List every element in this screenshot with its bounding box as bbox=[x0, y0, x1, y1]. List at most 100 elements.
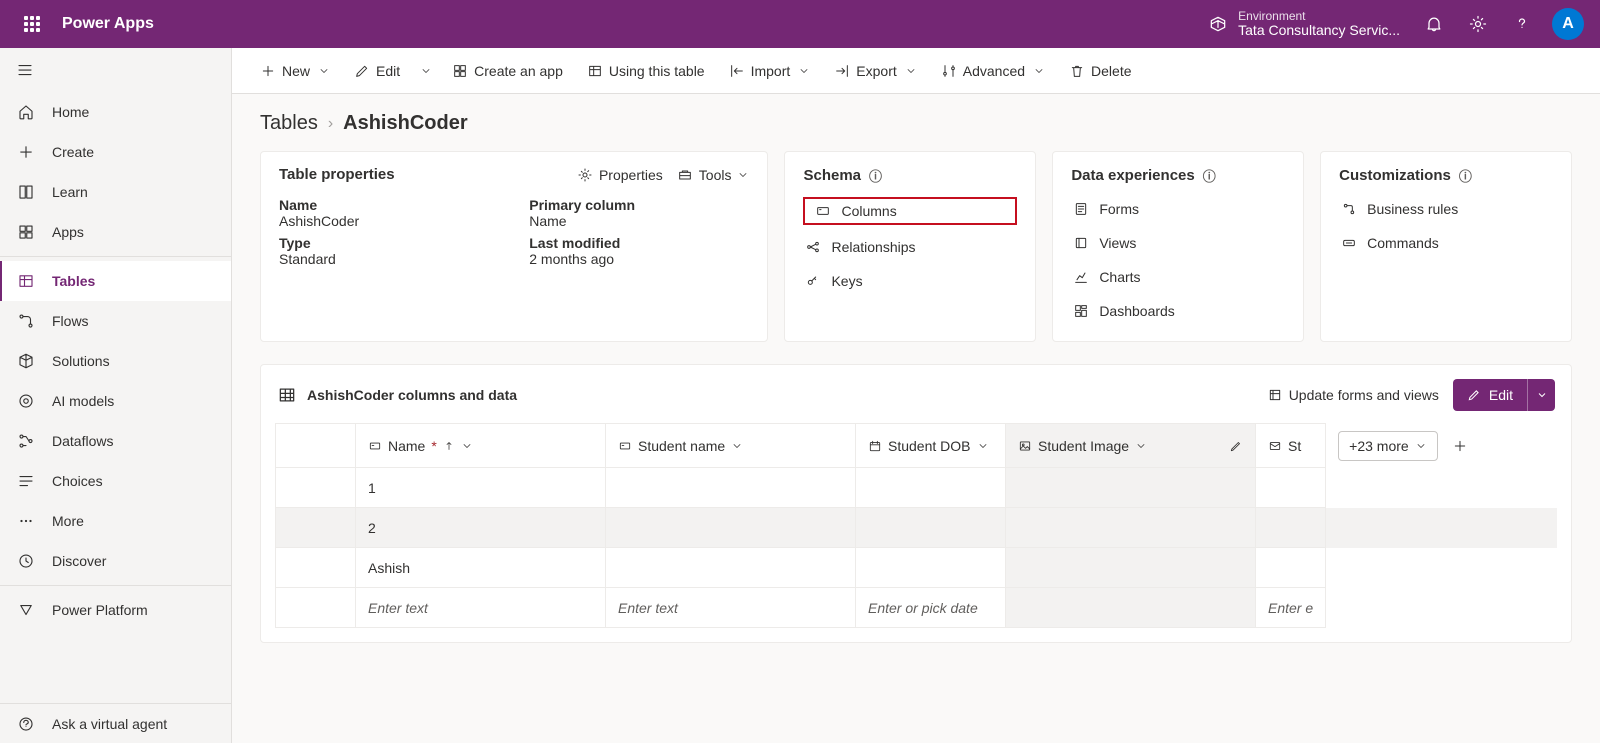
column-header-student-name[interactable]: Student name bbox=[606, 424, 856, 468]
pencil-icon bbox=[1467, 388, 1481, 402]
data-grid-section: AshishCoder columns and data Update form… bbox=[260, 364, 1572, 643]
table-row[interactable]: Ashish bbox=[276, 548, 1557, 588]
info-icon[interactable]: ⓘ bbox=[1459, 166, 1472, 185]
nav-solutions[interactable]: Solutions bbox=[0, 341, 231, 381]
help-button[interactable] bbox=[1500, 0, 1544, 48]
settings-button[interactable] bbox=[1456, 0, 1500, 48]
cmd-export[interactable]: Export bbox=[826, 55, 924, 87]
table-row[interactable]: 1 bbox=[276, 468, 1557, 508]
info-icon[interactable]: ⓘ bbox=[1203, 166, 1216, 185]
nav-ai-models[interactable]: AI models bbox=[0, 381, 231, 421]
export-icon bbox=[834, 63, 850, 79]
nav-home[interactable]: Home bbox=[0, 92, 231, 132]
info-icon[interactable]: ⓘ bbox=[869, 166, 882, 185]
views-link[interactable]: Views bbox=[1071, 231, 1285, 255]
edit-data-button[interactable]: Edit bbox=[1453, 379, 1527, 411]
nav-tables[interactable]: Tables bbox=[0, 261, 231, 301]
cube-icon bbox=[16, 351, 36, 371]
column-header-student-image[interactable]: Student Image bbox=[1006, 424, 1256, 468]
dashboards-link[interactable]: Dashboards bbox=[1071, 299, 1285, 323]
column-header-name[interactable]: Name* bbox=[356, 424, 606, 468]
nav-dataflows[interactable]: Dataflows bbox=[0, 421, 231, 461]
cmd-create-app[interactable]: Create an app bbox=[444, 55, 571, 87]
chevron-down-icon bbox=[731, 440, 743, 452]
business-rules-link[interactable]: Business rules bbox=[1339, 197, 1553, 221]
forms-link[interactable]: Forms bbox=[1071, 197, 1285, 221]
edit-data-dropdown[interactable] bbox=[1527, 379, 1555, 411]
new-row-student-name-input[interactable]: Enter text bbox=[606, 588, 856, 628]
nav-label: Dataflows bbox=[52, 433, 113, 449]
new-row-email-input[interactable]: Enter e bbox=[1256, 588, 1326, 628]
cmd-edit-dropdown[interactable] bbox=[416, 55, 436, 87]
schema-columns-link[interactable]: Columns bbox=[803, 197, 1017, 225]
gear-icon bbox=[1468, 14, 1488, 34]
cmd-label: Advanced bbox=[963, 63, 1025, 79]
cell-name[interactable]: Ashish bbox=[356, 548, 606, 588]
email-icon bbox=[1268, 439, 1282, 453]
nav-more[interactable]: More bbox=[0, 501, 231, 541]
waffle-icon bbox=[24, 16, 40, 32]
properties-action[interactable]: Properties bbox=[577, 167, 663, 183]
commands-link[interactable]: Commands bbox=[1339, 231, 1553, 255]
tools-action[interactable]: Tools bbox=[677, 167, 750, 183]
new-row-dob-input[interactable]: Enter or pick date bbox=[856, 588, 1006, 628]
cmd-using-table[interactable]: Using this table bbox=[579, 55, 713, 87]
cmd-advanced[interactable]: Advanced bbox=[933, 55, 1053, 87]
chevron-down-icon bbox=[905, 65, 917, 77]
app-launcher-button[interactable] bbox=[8, 0, 56, 48]
nav-label: AI models bbox=[52, 393, 114, 409]
toolbox-icon bbox=[677, 167, 693, 183]
cmd-import[interactable]: Import bbox=[721, 55, 819, 87]
cmd-label: Export bbox=[856, 63, 896, 79]
nav-flows[interactable]: Flows bbox=[0, 301, 231, 341]
charts-link[interactable]: Charts bbox=[1071, 265, 1285, 289]
update-forms-views-button[interactable]: Update forms and views bbox=[1267, 387, 1439, 403]
home-icon bbox=[16, 102, 36, 122]
new-row-name-input[interactable]: Enter text bbox=[356, 588, 606, 628]
left-nav: Home Create Learn Apps Tables Flows Solu… bbox=[0, 48, 232, 743]
nav-ask-agent[interactable]: Ask a virtual agent bbox=[0, 703, 231, 743]
discover-icon bbox=[16, 551, 36, 571]
nav-label: Power Platform bbox=[52, 602, 148, 618]
cmd-new[interactable]: New bbox=[252, 55, 338, 87]
nav-collapse-button[interactable] bbox=[0, 48, 231, 92]
nav-label: Learn bbox=[52, 184, 88, 200]
schema-keys-link[interactable]: Keys bbox=[803, 269, 1017, 293]
cell-name[interactable]: 1 bbox=[356, 468, 606, 508]
nav-discover[interactable]: Discover bbox=[0, 541, 231, 581]
more-icon bbox=[16, 511, 36, 531]
import-icon bbox=[729, 63, 745, 79]
nav-create[interactable]: Create bbox=[0, 132, 231, 172]
cell-name[interactable]: 2 bbox=[356, 508, 606, 548]
nav-learn[interactable]: Learn bbox=[0, 172, 231, 212]
nav-choices[interactable]: Choices bbox=[0, 461, 231, 501]
ai-icon bbox=[16, 391, 36, 411]
new-row[interactable]: Enter text Enter text Enter or pick date… bbox=[276, 588, 1557, 628]
add-column-button[interactable] bbox=[1448, 434, 1472, 458]
table-row[interactable]: 2 bbox=[276, 508, 1557, 548]
cmd-delete[interactable]: Delete bbox=[1061, 55, 1139, 87]
platform-icon bbox=[16, 600, 36, 620]
notifications-button[interactable] bbox=[1412, 0, 1456, 48]
user-avatar[interactable]: A bbox=[1552, 8, 1584, 40]
nav-apps[interactable]: Apps bbox=[0, 212, 231, 252]
form-icon bbox=[1073, 201, 1089, 217]
nav-power-platform[interactable]: Power Platform bbox=[0, 590, 231, 630]
schema-relationships-link[interactable]: Relationships bbox=[803, 235, 1017, 259]
primary-value: Name bbox=[529, 213, 749, 229]
more-columns-button[interactable]: +23 more bbox=[1338, 431, 1438, 461]
column-header-student-dob[interactable]: Student DOB bbox=[856, 424, 1006, 468]
nav-label: Flows bbox=[52, 313, 89, 329]
rules-icon bbox=[1341, 201, 1357, 217]
nav-label: Ask a virtual agent bbox=[52, 716, 167, 732]
row-selector-header[interactable] bbox=[276, 424, 356, 468]
card-title: Table properties bbox=[279, 166, 395, 183]
chart-icon bbox=[1073, 269, 1089, 285]
pencil-icon[interactable] bbox=[1229, 439, 1243, 453]
sync-icon bbox=[1267, 387, 1283, 403]
column-header-partial[interactable]: St bbox=[1256, 424, 1326, 468]
environment-picker[interactable]: Environment Tata Consultancy Servic... bbox=[1208, 10, 1400, 39]
breadcrumb-tables-link[interactable]: Tables bbox=[260, 112, 318, 135]
cmd-edit[interactable]: Edit bbox=[346, 55, 408, 87]
cmd-label: Edit bbox=[376, 63, 400, 79]
